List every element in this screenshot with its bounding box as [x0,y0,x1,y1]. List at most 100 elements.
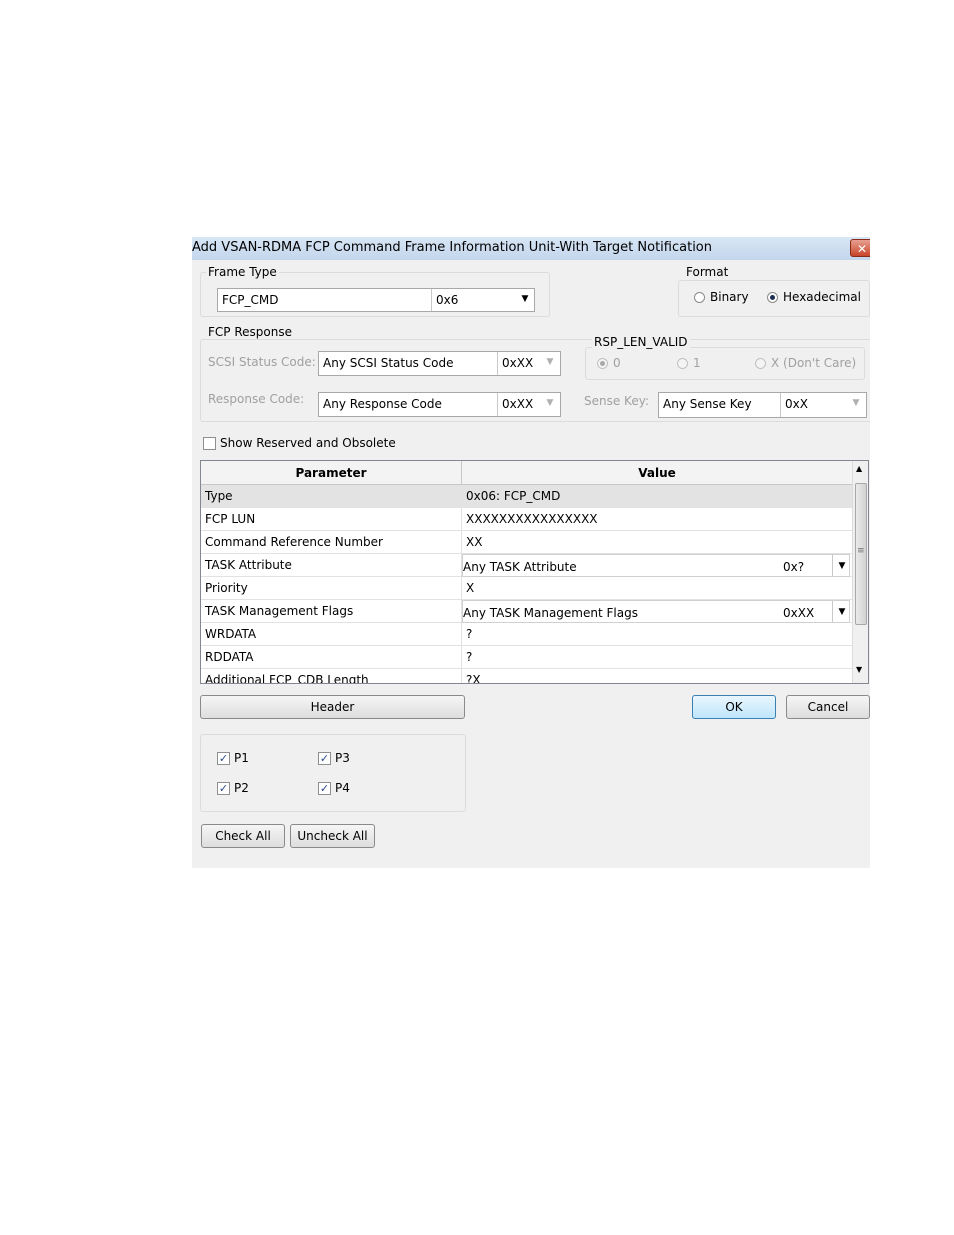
table-row[interactable]: FCP LUN XXXXXXXXXXXXXXXX [201,508,852,531]
frame-type-combo[interactable]: FCP_CMD 0x6 ▼ [217,288,535,312]
table-row[interactable]: RDDATA ? [201,646,852,669]
port-p4-checkbox[interactable]: ✓ [318,782,331,795]
show-reserved-label: Show Reserved and Obsolete [220,436,396,450]
frame-type-chevron-down-icon[interactable]: ▼ [516,289,534,311]
port-p2-checkbox[interactable]: ✓ [217,782,230,795]
response-code-value: Any Response Code [323,397,442,411]
task-attribute-combo[interactable]: Any TASK Attribute 0x? ▼ [462,554,850,577]
scsi-status-code: 0xXX [497,352,537,375]
row-param: Priority [205,581,248,595]
cancel-button[interactable]: Cancel [786,695,870,719]
title-bar[interactable]: Add VSAN-RDMA FCP Command Frame Informat… [192,237,870,260]
response-code-label: Response Code: [208,392,305,406]
rsp-len-0-label: 0 [613,356,621,370]
table-row[interactable]: Type 0x06: FCP_CMD [201,485,852,508]
row-param: FCP LUN [205,512,256,526]
ports-group [200,734,466,812]
port-p2-label: P2 [234,781,249,795]
header-button[interactable]: Header [200,695,465,719]
row-param: Command Reference Number [205,535,383,549]
task-attribute-code: 0x? [783,560,805,574]
table-header-parameter[interactable]: Parameter [201,461,462,485]
frame-type-code: 0x6 [431,289,511,311]
close-icon[interactable]: ✕ [850,239,870,257]
row-param: Type [205,489,233,503]
format-hexadecimal-radio[interactable] [767,292,778,303]
response-code-code: 0xXX [497,393,537,416]
rsp-len-x-label: X (Don't Care) [771,356,857,370]
port-p4-label: P4 [335,781,350,795]
parameter-table: Parameter Value Type 0x06: FCP_CMD FCP L… [200,460,869,684]
task-attribute-value: Any TASK Attribute [463,560,577,574]
task-management-flags-combo[interactable]: Any TASK Management Flags 0xXX ▼ [462,600,850,623]
row-value: ?X [466,673,481,684]
row-divider [461,646,462,668]
scsi-status-value: Any SCSI Status Code [323,356,454,370]
frame-type-legend: Frame Type [206,265,279,279]
task-management-flags-code: 0xXX [783,606,815,620]
row-param: TASK Attribute [205,558,292,572]
row-divider [461,508,462,530]
format-legend: Format [684,265,731,279]
row-divider [461,669,462,683]
scroll-up-icon[interactable]: ▲ [856,464,862,473]
row-param: Additional FCP_CDB Length [205,673,369,684]
port-p3-label: P3 [335,751,350,765]
rsp-len-1-label: 1 [693,356,701,370]
scsi-status-chevron-down-icon: ▼ [546,357,554,367]
scrollbar-thumb[interactable]: ≡ [855,483,867,625]
response-code-combo: Any Response Code 0xXX ▼ [318,392,561,417]
row-value: X [466,581,475,595]
add-fcp-command-dialog: Add VSAN-RDMA FCP Command Frame Informat… [192,237,870,868]
table-row[interactable]: Priority X [201,577,852,600]
fcp-response-legend: FCP Response [206,325,294,339]
dialog-title: Add VSAN-RDMA FCP Command Frame Informat… [192,240,712,255]
uncheck-all-button[interactable]: Uncheck All [290,824,375,848]
sense-key-value: Any Sense Key [663,397,752,411]
task-management-flags-value: Any TASK Management Flags [463,606,638,620]
port-p3-checkbox[interactable]: ✓ [318,752,331,765]
row-divider [461,623,462,645]
format-binary-label: Binary [710,290,749,304]
row-value: ? [466,650,473,664]
sense-key-label: Sense Key: [584,394,649,408]
check-all-button[interactable]: Check All [201,824,285,848]
row-param: WRDATA [205,627,257,641]
sense-key-chevron-down-icon: ▼ [852,398,860,408]
row-param: RDDATA [205,650,254,664]
scsi-status-label: SCSI Status Code: [208,355,316,369]
table-row[interactable]: WRDATA ? [201,623,852,646]
sense-key-code: 0xX [780,393,840,417]
port-p1-checkbox[interactable]: ✓ [217,752,230,765]
rsp-len-1-radio [677,358,688,369]
table-vertical-scrollbar[interactable]: ▲ ≡ ▼ [852,461,868,683]
table-row[interactable]: TASK Management Flags Any TASK Managemen… [201,600,852,623]
scsi-status-combo: Any SCSI Status Code 0xXX ▼ [318,351,561,376]
port-p1-label: P1 [234,751,249,765]
ok-button[interactable]: OK [692,695,776,719]
row-divider [461,485,462,507]
rsp-len-0-radio [597,358,608,369]
row-value: XX [466,535,483,549]
scroll-down-icon[interactable]: ▼ [856,665,862,674]
row-value: XXXXXXXXXXXXXXXX [466,512,598,526]
table-row[interactable]: Additional FCP_CDB Length ?X [201,669,852,684]
frame-type-name: FCP_CMD [222,293,279,307]
rsp-len-valid-legend: RSP_LEN_VALID [592,335,690,349]
table-row[interactable]: TASK Attribute Any TASK Attribute 0x? ▼ [201,554,852,577]
response-code-chevron-down-icon: ▼ [546,398,554,408]
row-divider [461,531,462,553]
row-value: 0x06: FCP_CMD [466,489,561,503]
row-divider [461,577,462,599]
row-param: TASK Management Flags [205,604,354,618]
row-value: ? [466,627,473,641]
task-management-flags-chevron-down-icon[interactable]: ▼ [832,601,851,622]
table-row[interactable]: Command Reference Number XX [201,531,852,554]
task-attribute-chevron-down-icon[interactable]: ▼ [832,555,851,576]
format-binary-radio[interactable] [694,292,705,303]
rsp-len-x-radio [755,358,766,369]
sense-key-combo: Any Sense Key 0xX ▼ [658,392,867,418]
table-header-value[interactable]: Value [462,461,852,485]
show-reserved-checkbox[interactable] [203,437,216,450]
format-hexadecimal-label: Hexadecimal [783,290,861,304]
